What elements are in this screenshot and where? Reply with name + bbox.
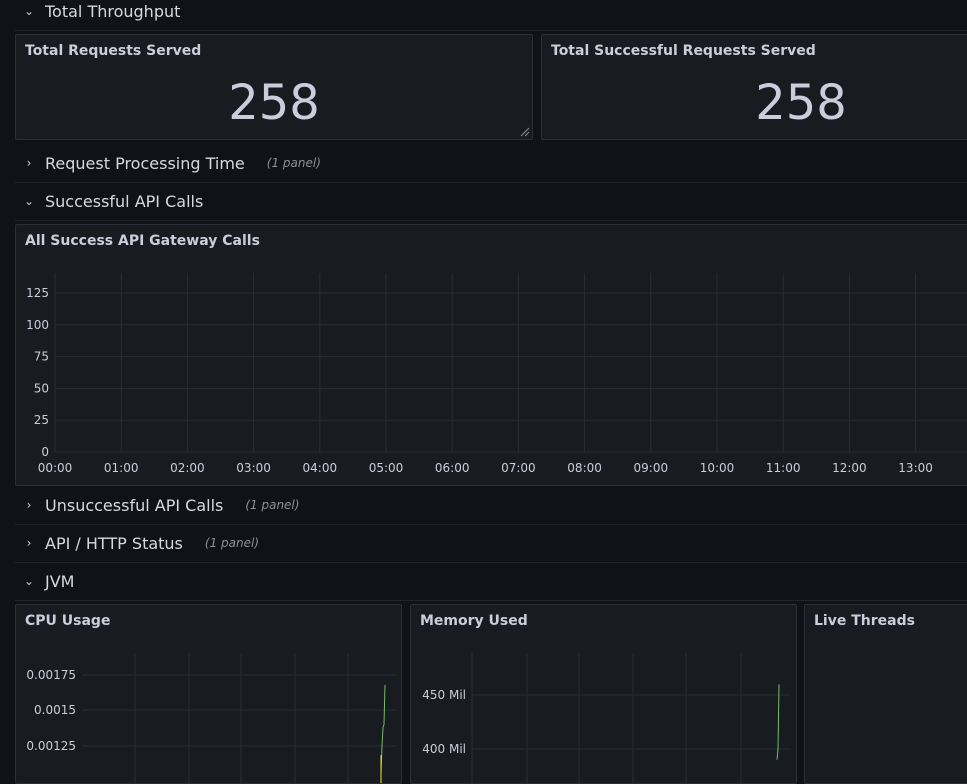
panel-count: (1 panel) [266,156,321,170]
y-tick-label: 25 [34,413,49,427]
memory-series-line [776,684,780,760]
x-tick-label: 12:00 [832,461,867,475]
memory-chart: 450 Mil 400 Mil [422,653,791,783]
panel-title: Total Successful Requests Served [551,43,816,59]
row-total-throughput[interactable]: ⌄ Total Throughput [15,0,967,31]
y-tick-label: 125 [26,286,49,300]
row-title: JVM [45,571,75,591]
cpu-series-line [380,684,386,776]
y-tick-label: 50 [34,381,49,395]
x-tick-label: 06:00 [435,461,470,475]
y-tick-label: 400 Mil [422,742,466,756]
row-title: API / HTTP Status [45,533,183,553]
panel-total-success[interactable]: Total Successful Requests Served 258 [541,34,967,140]
row-title: Successful API Calls [45,191,204,211]
row-successful-api[interactable]: ⌄ Successful API Calls [15,182,967,221]
x-tick-label: 01:00 [104,461,139,475]
panel-count: (1 panel) [204,536,259,550]
row-unsuccessful-api[interactable]: › Unsuccessful API Calls (1 panel) [15,486,967,525]
x-tick-label: 04:00 [303,461,338,475]
panel-memory[interactable]: Memory Used 450 Mil 400 Mil [410,604,797,784]
row-request-processing[interactable]: › Request Processing Time (1 panel) [15,144,967,183]
row-title: Total Throughput [45,1,181,21]
x-tick-label: 09:00 [634,461,669,475]
panel-title: Live Threads [814,613,915,629]
panel-title: Total Requests Served [25,43,202,59]
stat-value: 258 [755,75,847,131]
y-tick-label: 0.00125 [26,739,76,753]
panel-success-calls[interactable]: All Success API Gateway Calls 0 25 50 75 100… [15,224,967,486]
x-tick-label: 13:00 [898,461,933,475]
row-title: Request Processing Time [45,153,245,173]
x-tick-label: 03:00 [236,461,271,475]
y-tick-label: 100 [26,318,49,332]
y-tick-label: 0.0015 [34,703,76,717]
panel-total-requests[interactable]: Total Requests Served 258 [15,34,533,140]
x-tick-label: 02:00 [170,461,205,475]
stat-value: 258 [228,75,320,131]
row-title: Unsuccessful API Calls [45,495,224,515]
y-tick-label: 0 [41,445,49,459]
chevron-right-icon: › [26,156,32,170]
x-tick-label: 10:00 [700,461,735,475]
x-tick-label: 08:00 [567,461,602,475]
y-tick-label: 75 [34,350,49,364]
y-tick-label: 450 Mil [422,688,466,702]
chevron-right-icon: › [26,498,32,512]
x-tick-label: 07:00 [501,461,536,475]
cpu-chart: 0.00175 0.0015 0.00125 [26,653,396,783]
chevron-down-icon: ⌄ [23,574,35,588]
resize-handle-icon[interactable] [520,127,530,137]
chevron-down-icon: ⌄ [23,194,35,208]
chevron-right-icon: › [26,536,32,550]
row-http-status[interactable]: › API / HTTP Status (1 panel) [15,524,967,563]
y-tick-label: 0.00175 [26,668,76,682]
panel-threads[interactable]: Live Threads [804,604,967,784]
panel-cpu[interactable]: CPU Usage 0.00175 0.0015 0.00125 [15,604,402,784]
panel-count: (1 panel) [245,498,300,512]
x-tick-label: 11:00 [766,461,801,475]
success-calls-chart: 0 25 50 75 100 125 00:00 01:00 02:00 03:00 04:00 05… [26,273,967,475]
chevron-down-icon: ⌄ [23,4,35,18]
x-tick-label: 00:00 [38,461,73,475]
x-tick-label: 05:00 [369,461,404,475]
row-jvm[interactable]: ⌄ JVM [15,562,967,601]
